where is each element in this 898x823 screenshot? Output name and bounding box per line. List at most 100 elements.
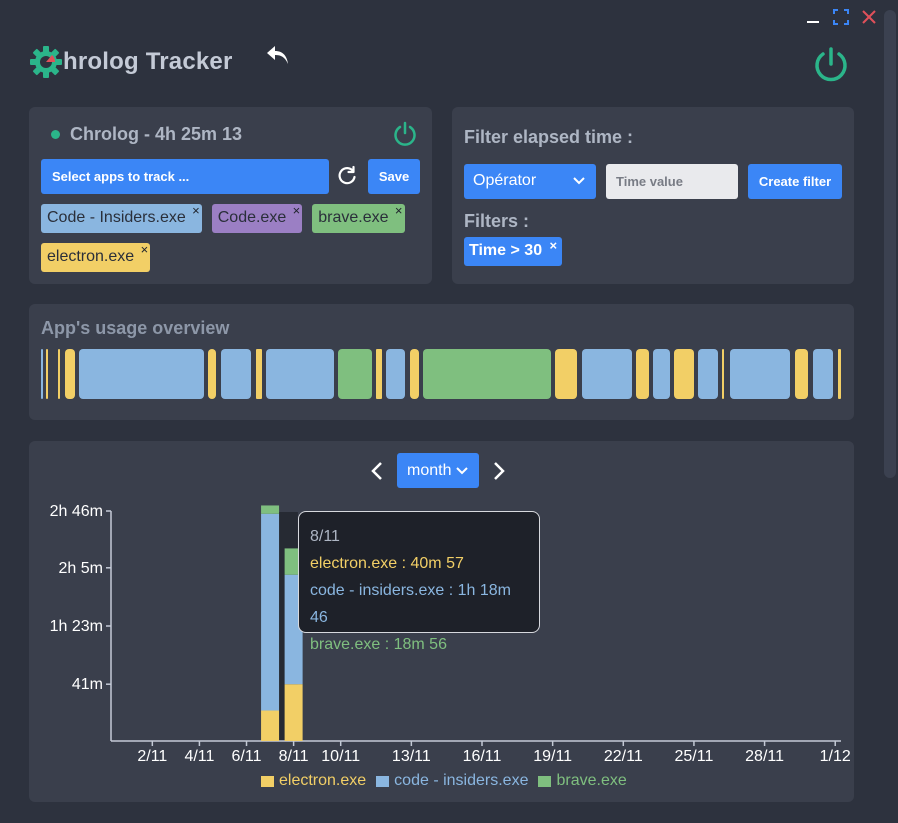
chevron-right-icon[interactable] [491, 461, 507, 481]
timeline-segment [423, 349, 551, 399]
timeline-segment [221, 349, 251, 399]
x-tick-label: 25/11 [675, 748, 714, 765]
tracker-card: Chrolog - 4h 25m 13 Select apps to track… [29, 107, 432, 284]
legend-item[interactable]: electron.exe [261, 772, 366, 790]
timeline-segment [338, 349, 372, 399]
overview-title: App's usage overview [41, 318, 230, 338]
timeline-segment [266, 349, 334, 399]
time-value-input[interactable] [606, 164, 738, 199]
x-tick-label: 13/11 [392, 748, 431, 765]
y-tick-label: 1h 23m [50, 618, 103, 635]
close-icon[interactable] [860, 8, 878, 26]
status-dot [51, 130, 60, 139]
usage-timeline [41, 349, 841, 399]
timeline-segment [730, 349, 790, 399]
tooltip-line: brave.exe : 18m 56 [310, 636, 447, 653]
maximize-icon[interactable] [832, 8, 850, 26]
x-tick-label: 16/11 [463, 748, 502, 765]
timeline-segment [698, 349, 718, 399]
scrollbar[interactable] [884, 10, 896, 478]
period-nav: month [369, 453, 507, 488]
timeline-segment [58, 349, 60, 399]
bar-segment[interactable] [261, 505, 280, 514]
timeline-segment [65, 349, 75, 399]
timeline-segment [208, 349, 216, 399]
tooltip-date: 8/11 [310, 528, 340, 545]
legend-item[interactable]: brave.exe [538, 772, 627, 790]
chevron-left-icon[interactable] [369, 461, 385, 481]
app-tag[interactable]: electron.exe × [41, 243, 151, 272]
x-tick-label: 10/11 [321, 748, 360, 765]
undo-icon[interactable] [265, 44, 291, 71]
bar-segment[interactable] [284, 684, 303, 741]
tooltip-line: code - insiders.exe : 1h 18m 46 [310, 582, 511, 626]
x-tick-label: 8/11 [279, 748, 309, 765]
select-apps-dropdown[interactable]: Select apps to track ... [41, 159, 329, 194]
chart-card: 41m 1h 23m 2h 5m 2h 46m 2/11 4/11 6/11 8/11 10/1… [29, 441, 854, 802]
usage-overview-card: App's usage overview [29, 304, 854, 420]
active-filter-chip[interactable]: Time > 30 × [464, 237, 563, 266]
x-tick-label: 19/11 [533, 748, 572, 765]
timeline-segment [582, 349, 632, 399]
remove-tag-icon[interactable]: × [395, 204, 403, 217]
session-title: Chrolog - 4h 25m 13 [70, 124, 243, 144]
chevron-down-icon [573, 177, 585, 185]
timeline-segment [41, 349, 43, 399]
app-tag-label: electron.exe [47, 248, 135, 265]
timeline-segment [838, 349, 841, 399]
remove-filter-icon[interactable]: × [550, 239, 558, 252]
bar-segment[interactable] [261, 710, 280, 741]
operator-dropdown[interactable]: Opérator [464, 164, 596, 199]
remove-tag-icon[interactable]: × [192, 204, 200, 217]
timeline-segment [386, 349, 405, 399]
y-tick-label: 2h 46m [50, 503, 103, 520]
y-tick-label: 2h 5m [59, 560, 103, 577]
refresh-icon[interactable] [336, 165, 358, 192]
window-controls [804, 8, 878, 26]
legend-label: brave.exe [556, 772, 627, 789]
session-power-icon[interactable] [392, 121, 418, 152]
app-tag[interactable]: Code.exe × [211, 204, 303, 233]
timeline-segment [795, 349, 808, 399]
app-tag-label: Code - Insiders.exe [47, 209, 186, 226]
app-header: hrolog Tracker [28, 44, 233, 80]
timeline-segment [555, 349, 577, 399]
app-tag[interactable]: Code - Insiders.exe × [41, 204, 202, 233]
timeline-segment [674, 349, 694, 399]
legend-label: code - insiders.exe [394, 772, 529, 789]
gear-logo-icon [30, 46, 62, 78]
x-tick-label: 1/12 [820, 748, 851, 765]
bar-segment[interactable] [261, 513, 280, 711]
chart-legend: electron.exe code - insiders.exe brave.exe [261, 772, 627, 790]
create-filter-button[interactable]: Create filter [748, 164, 842, 199]
filters-label: Filters : [464, 211, 530, 231]
operator-label: Opérator [473, 172, 537, 189]
legend-item[interactable]: code - insiders.exe [376, 772, 528, 790]
active-filter-label: Time > 30 [469, 242, 543, 259]
legend-swatch [538, 775, 552, 787]
app-title: hrolog Tracker [63, 48, 233, 75]
timeline-segment [376, 349, 382, 399]
filter-title: Filter elapsed time : [464, 127, 634, 147]
timeline-segment [256, 349, 262, 399]
timeline-segment [46, 349, 48, 399]
remove-tag-icon[interactable]: × [141, 243, 149, 256]
x-tick-label: 6/11 [232, 748, 262, 765]
filter-card: Filter elapsed time : Opérator Create fi… [452, 107, 854, 284]
app-tag[interactable]: brave.exe × [312, 204, 405, 233]
chart-tooltip: 8/11 electron.exe : 40m 57 code - insider… [298, 511, 540, 653]
tracked-app-tags: Code - Insiders.exe × Code.exe × brave.exe × e… [41, 204, 421, 272]
period-dropdown[interactable]: month [397, 453, 480, 488]
app-tag-label: Code.exe [217, 209, 287, 226]
app-tag-label: brave.exe [318, 209, 389, 226]
x-tick-label: 2/11 [137, 748, 167, 765]
tooltip-line: electron.exe : 40m 57 [310, 555, 464, 572]
save-button[interactable]: Save [368, 159, 420, 194]
power-icon[interactable] [812, 46, 850, 89]
legend-swatch [376, 775, 390, 787]
minimize-icon[interactable] [804, 8, 822, 26]
x-tick-label: 4/11 [184, 748, 214, 765]
timeline-segment [653, 349, 670, 399]
remove-tag-icon[interactable]: × [293, 204, 301, 217]
y-tick-label: 41m [72, 676, 103, 693]
